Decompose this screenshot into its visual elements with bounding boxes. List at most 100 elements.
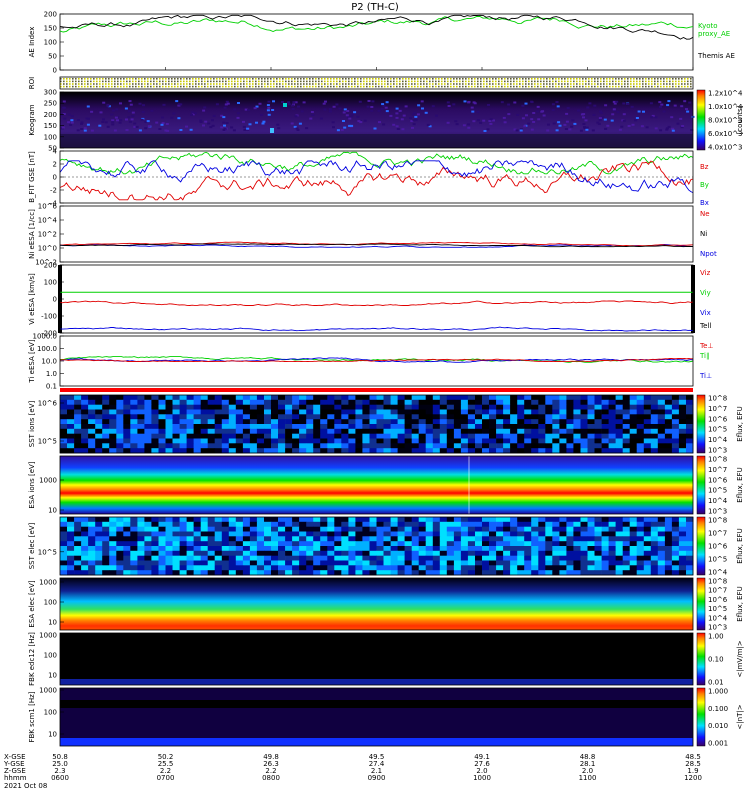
- sst-ions-cells-cell: [88, 428, 96, 434]
- sst-ions-cells-cell: [482, 438, 490, 444]
- sst-ions-cells-cell: [81, 399, 89, 405]
- sst-ions-cells-cell: [81, 438, 89, 444]
- sst-elec-cells-cell: [615, 560, 623, 566]
- sst-elec-cells-cell: [496, 526, 504, 532]
- sst-elec-cells-cell: [411, 560, 420, 566]
- roi-dot: [120, 85, 122, 88]
- sst-elec-cells-cell: [439, 550, 448, 556]
- sst-ions-cells-cell: [404, 399, 412, 405]
- sst-elec-cells-cell: [264, 531, 272, 537]
- sst-ions-cells-cell: [643, 409, 652, 415]
- sst-ions-cells-cell: [102, 409, 110, 415]
- roi-dot: [315, 80, 317, 83]
- sst-ions-cells-cell: [467, 419, 476, 425]
- roi-dot: [186, 78, 188, 80]
- roi-dot: [84, 80, 86, 83]
- sst-elec-ytick-0: 10^5: [38, 548, 57, 556]
- sst-ions-cells-cell: [425, 424, 434, 430]
- keogram-pixel: [242, 120, 245, 123]
- roi-dot: [225, 85, 227, 88]
- sst-elec-cells-cell: [172, 550, 180, 556]
- sst-elec-cells-cell: [594, 531, 602, 537]
- sst-elec-cells-cell: [235, 565, 244, 571]
- sst-ions-cells-cell: [559, 428, 567, 434]
- sst-ions-cells-cell: [453, 409, 462, 415]
- roi-dot: [393, 85, 395, 88]
- sst-ions-cells-cell: [425, 443, 434, 449]
- sst-ions-cells-cell: [242, 404, 251, 410]
- sst-elec-cells-cell: [587, 541, 595, 547]
- keogram-pixel: [99, 111, 103, 114]
- sst-elec-cells-cell: [256, 555, 265, 561]
- sst-elec-cells-cell: [228, 560, 237, 566]
- sst-elec-cells-cell: [186, 526, 194, 532]
- sst-ions-cells-cell: [306, 395, 314, 401]
- sst-ions-cells-cell: [671, 409, 680, 415]
- bfit-ytick-0: 4: [53, 148, 58, 156]
- sst-elec-cells-cell: [475, 541, 483, 547]
- sst-ions-cells-cell: [362, 404, 370, 410]
- keogram-ytick-0: 300: [44, 89, 57, 97]
- roi-dot: [141, 78, 143, 80]
- roi-dot: [210, 78, 212, 80]
- roi-dot: [291, 80, 293, 83]
- sst-ions-cells-cell: [432, 438, 441, 444]
- keogram-pixel: [395, 112, 399, 115]
- sst-elec-cells-cell: [285, 541, 293, 547]
- sst-ions-cells-cell: [671, 404, 680, 410]
- sst-elec-cells-cell: [264, 546, 272, 552]
- roi-dot: [546, 78, 548, 80]
- sst-ions-cells-cell: [608, 395, 616, 401]
- keogram-pixel: [127, 116, 131, 119]
- roi-dot: [234, 78, 236, 80]
- roi-dot: [165, 78, 167, 80]
- sst-elec-cells-cell: [636, 521, 645, 527]
- roi-dot: [630, 83, 632, 85]
- ae-ylabel: AE Index: [28, 27, 36, 58]
- sst-elec-cells-cell: [320, 536, 328, 542]
- roi-dot: [549, 83, 551, 85]
- sst-ions-cells-cell: [418, 424, 427, 430]
- sst-ions-cells-cell: [179, 404, 187, 410]
- roi-dot: [567, 83, 569, 85]
- sst-elec-cells-cell: [165, 565, 173, 571]
- sst-ions-cells-cell: [622, 414, 631, 420]
- roi-dot: [591, 83, 593, 85]
- roi-dot: [474, 85, 476, 88]
- roi-dot: [360, 85, 362, 88]
- roi-dot: [78, 83, 80, 85]
- keogram-pixel: [258, 102, 262, 105]
- sst-ions-cells-cell: [172, 419, 180, 425]
- sst-ions-cells-cell: [207, 433, 216, 439]
- roi-dot: [96, 85, 98, 88]
- keogram-pixel: [671, 129, 675, 132]
- sst-elec-cbar-tick-0: 10^8: [708, 517, 727, 525]
- roi-dot: [480, 80, 482, 83]
- sst-ions-cells-cell: [60, 428, 68, 434]
- sst-elec-cells-cell: [137, 550, 145, 556]
- roi-dot: [123, 83, 125, 85]
- sst-ions-cells-cell: [67, 428, 75, 434]
- sst-elec-cells-cell: [172, 517, 180, 523]
- keogram-pixel: [615, 100, 619, 103]
- sst-elec-cells-cell: [193, 550, 201, 556]
- sst-elec-cells-cell: [186, 555, 194, 561]
- sst-ions-cells-cell: [158, 409, 166, 415]
- keogram-pixel: [416, 113, 420, 116]
- roi-dot: [177, 85, 179, 88]
- roi-dot: [93, 83, 95, 85]
- roi-dot: [513, 78, 515, 80]
- roi-dot: [480, 78, 482, 80]
- sst-ions-cells-cell: [249, 438, 258, 444]
- roi-dot: [309, 85, 311, 88]
- sst-ions-cells-cell: [193, 404, 201, 410]
- roi-dot: [546, 85, 548, 88]
- roi-dot: [276, 80, 278, 83]
- roi-dot: [567, 80, 569, 83]
- roi-dot: [459, 80, 461, 83]
- keogram-pixel: [577, 109, 580, 112]
- sst-elec-cells-cell: [545, 536, 553, 542]
- roi-dot: [99, 80, 101, 83]
- roi-dot: [186, 85, 188, 88]
- sst-ions-cells-cell: [214, 443, 223, 449]
